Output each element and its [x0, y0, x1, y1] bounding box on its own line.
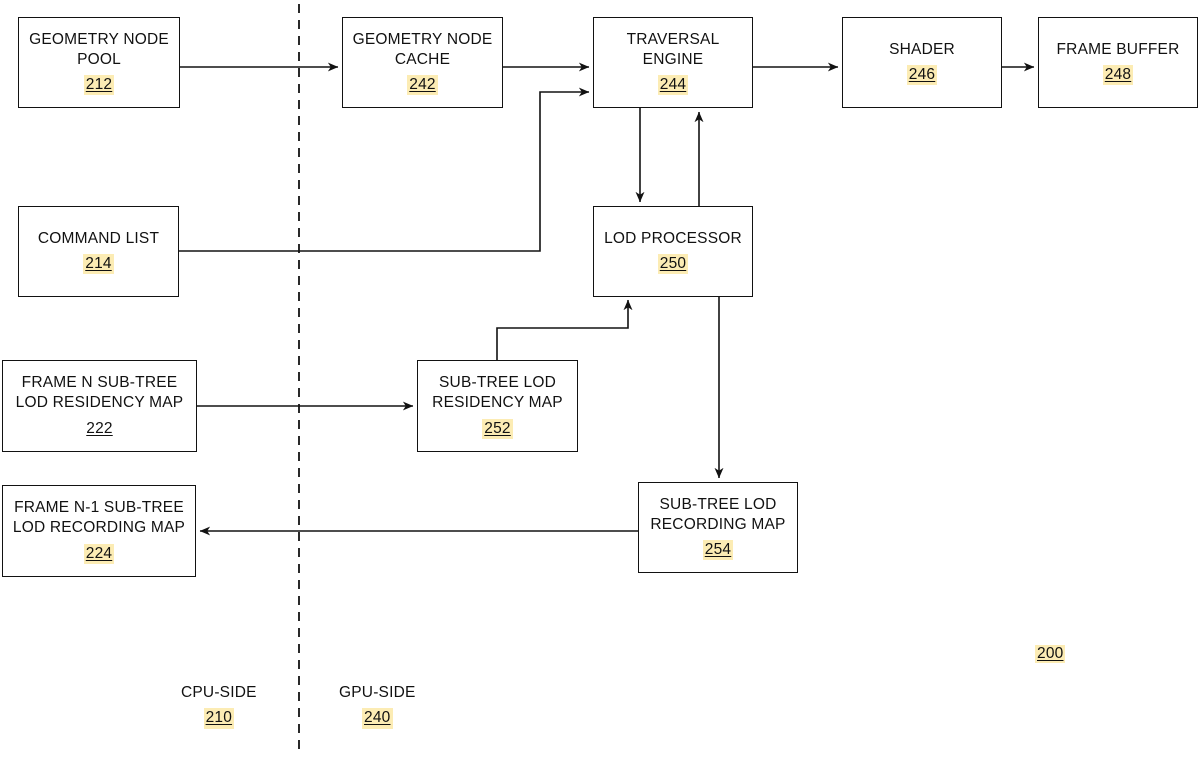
- legend-label: GPU-SIDE: [339, 684, 416, 701]
- node-frame-n-1-subtree-lod-recording-map: FRAME N-1 SUB-TREE LOD RECORDING MAP 224: [2, 485, 196, 577]
- reference-numeral: 254: [702, 540, 734, 561]
- node-subtree-lod-residency-map: SUB-TREE LOD RESIDENCY MAP 252: [417, 360, 578, 452]
- reference-numeral: 210: [203, 707, 235, 729]
- node-label: SUB-TREE LOD RESIDENCY MAP: [432, 374, 563, 412]
- node-subtree-lod-recording-map: SUB-TREE LOD RECORDING MAP 254: [638, 482, 798, 573]
- node-label: GEOMETRY NODE POOL: [29, 30, 169, 68]
- node-label: LOD PROCESSOR: [604, 229, 742, 247]
- node-label: FRAME N-1 SUB-TREE LOD RECORDING MAP: [12, 499, 186, 537]
- reference-numeral: 212: [83, 75, 115, 96]
- connector-command-list-to-traversal-engine: [179, 87, 590, 252]
- node-geometry-node-pool: GEOMETRY NODE POOL 212: [18, 17, 180, 108]
- node-shader: SHADER 246: [842, 17, 1002, 108]
- reference-numeral: 250: [657, 254, 689, 275]
- node-lod-processor: LOD PROCESSOR 250: [593, 206, 753, 297]
- reference-numeral: 252: [482, 418, 513, 439]
- node-frame-buffer: FRAME BUFFER 248: [1038, 17, 1198, 108]
- connector-subtree-residency-to-lod-processor: [496, 299, 633, 360]
- reference-numeral: 248: [1102, 65, 1134, 86]
- reference-numeral: 240: [362, 707, 393, 729]
- reference-numeral: 246: [906, 65, 938, 86]
- legend-label: CPU-SIDE: [181, 684, 257, 701]
- legend-cpu-side: CPU-SIDE 210: [181, 683, 257, 729]
- figure-id-label: 200: [1035, 645, 1066, 663]
- reference-numeral: 224: [83, 543, 115, 564]
- node-label: SUB-TREE LOD RECORDING MAP: [650, 495, 786, 533]
- legend-gpu-side: GPU-SIDE 240: [339, 683, 416, 729]
- node-frame-n-subtree-lod-residency-map: FRAME N SUB-TREE LOD RESIDENCY MAP 222: [2, 360, 197, 452]
- reference-numeral: 244: [657, 75, 689, 96]
- reference-numeral: 242: [407, 75, 438, 96]
- patent-figure-200: GEOMETRY NODE POOL 212 GEOMETRY NODE CACHE…: [0, 0, 1200, 757]
- node-command-list: COMMAND LIST 214: [18, 206, 179, 297]
- node-geometry-node-cache: GEOMETRY NODE CACHE 242: [342, 17, 503, 108]
- reference-numeral: 222: [86, 419, 113, 437]
- node-label: GEOMETRY NODE CACHE: [352, 30, 493, 68]
- reference-numeral: 214: [83, 254, 114, 275]
- node-label: FRAME N SUB-TREE LOD RESIDENCY MAP: [15, 374, 184, 412]
- node-traversal-engine: TRAVERSAL ENGINE 244: [593, 17, 753, 108]
- node-label: SHADER: [889, 40, 955, 58]
- node-label: TRAVERSAL ENGINE: [626, 30, 720, 68]
- node-label: COMMAND LIST: [37, 229, 160, 247]
- node-label: FRAME BUFFER: [1056, 40, 1180, 58]
